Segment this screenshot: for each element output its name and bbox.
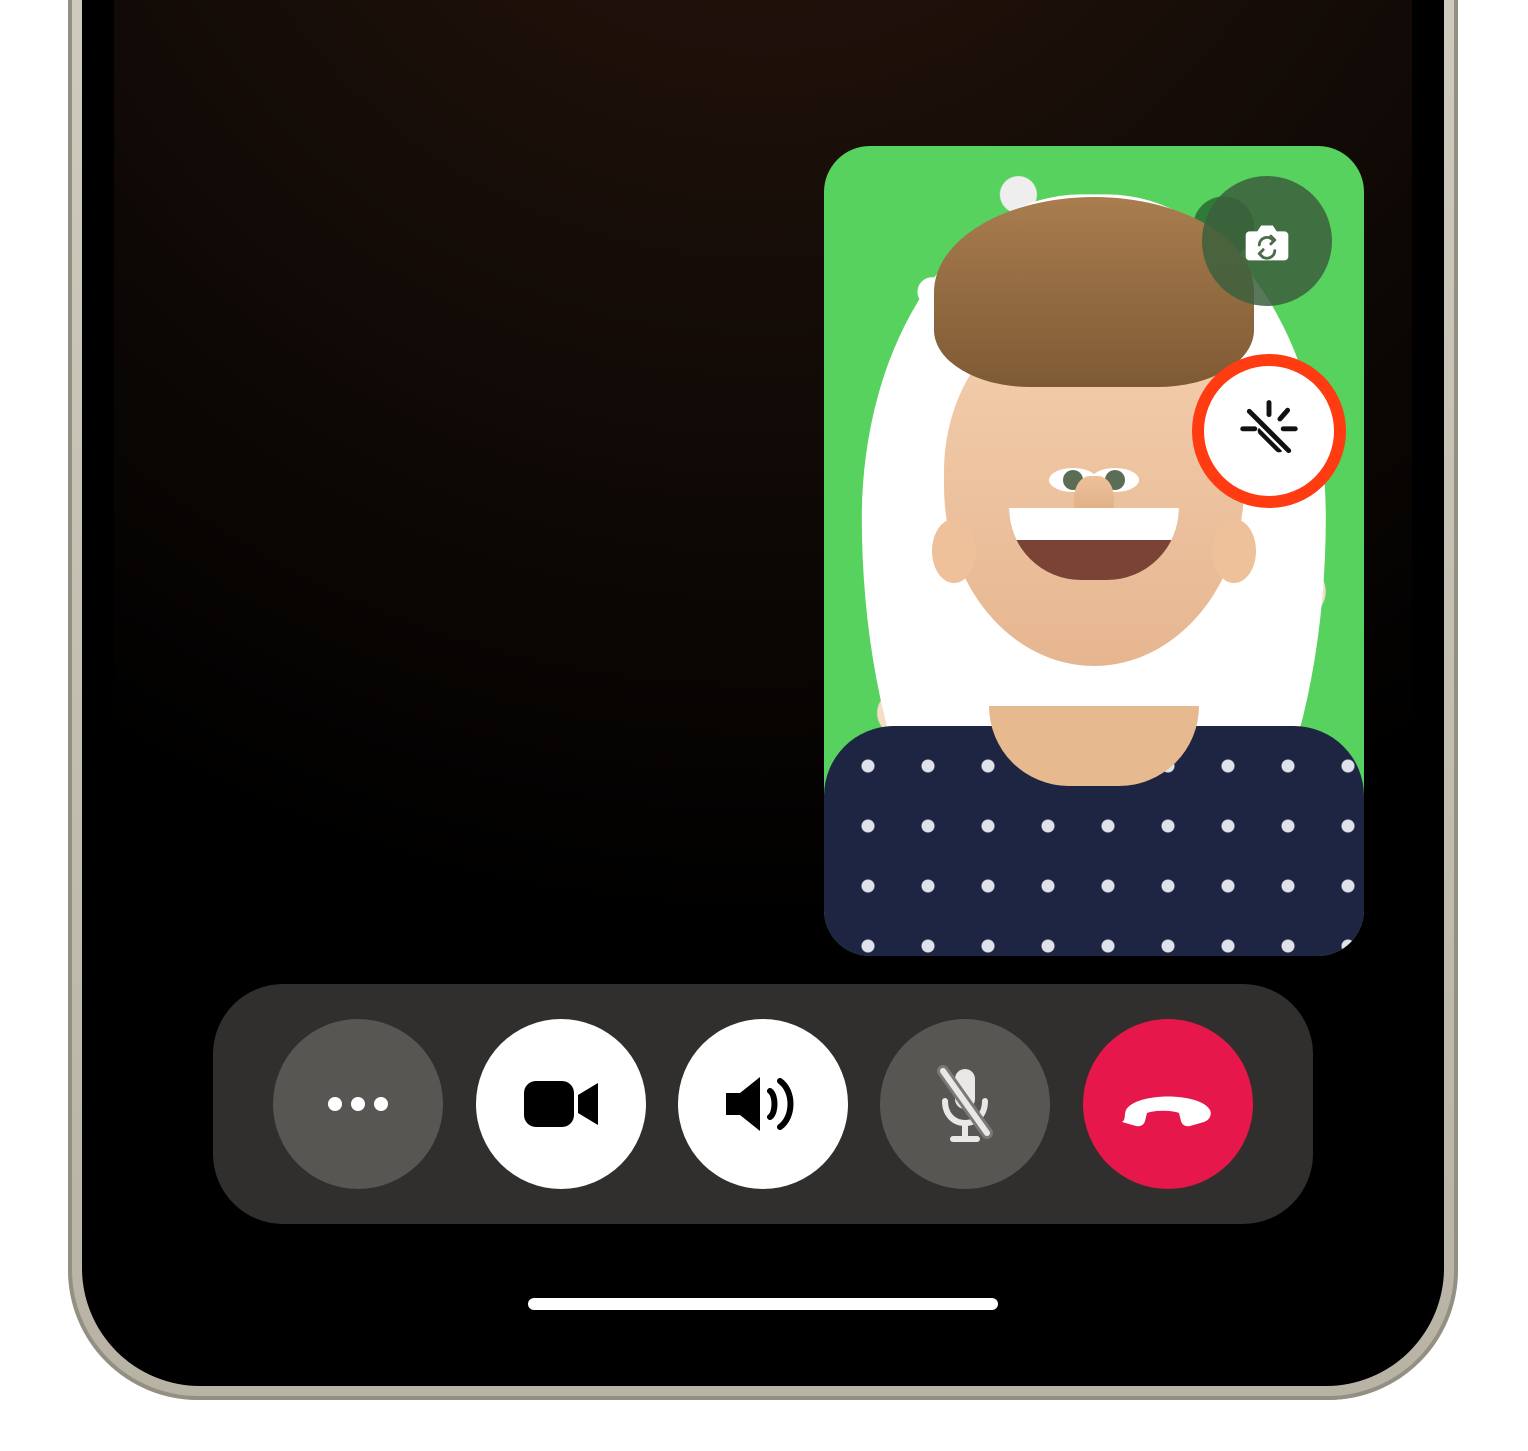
effects-wand-off-icon [1234,396,1304,466]
pip-subject-teeth [1009,508,1179,540]
pip-subject-mouth [1009,508,1179,580]
pip-subject-ear [932,519,976,583]
phone-frame: Flip Camera Effects [68,0,1458,1400]
camera-flip-icon [1236,210,1298,272]
facetime-screen: Flip Camera Effects [114,0,1412,1354]
end-call-button[interactable]: End [1083,1019,1253,1189]
mic-off-icon [933,1063,997,1145]
mute-button[interactable]: Mute [880,1019,1050,1189]
self-view-pip[interactable]: Flip Camera Effects [824,146,1364,956]
home-indicator[interactable] [528,1298,998,1310]
video-button[interactable]: Video [476,1019,646,1189]
video-icon [520,1073,602,1135]
audio-button[interactable]: Speaker [678,1019,848,1189]
phone-bezel: Flip Camera Effects [82,0,1444,1386]
ellipsis-icon [323,1094,393,1114]
pip-subject-ear [1212,519,1256,583]
facetime-control-bar: More Video Speaker [213,984,1313,1224]
effects-button[interactable]: Effects [1192,354,1346,508]
more-button[interactable]: More [273,1019,443,1189]
pip-subject-collar [989,706,1199,786]
end-call-icon [1120,1080,1216,1128]
speaker-icon [720,1069,806,1139]
pip-subject-shirt [824,726,1364,956]
flip-camera-button[interactable]: Flip Camera [1202,176,1332,306]
